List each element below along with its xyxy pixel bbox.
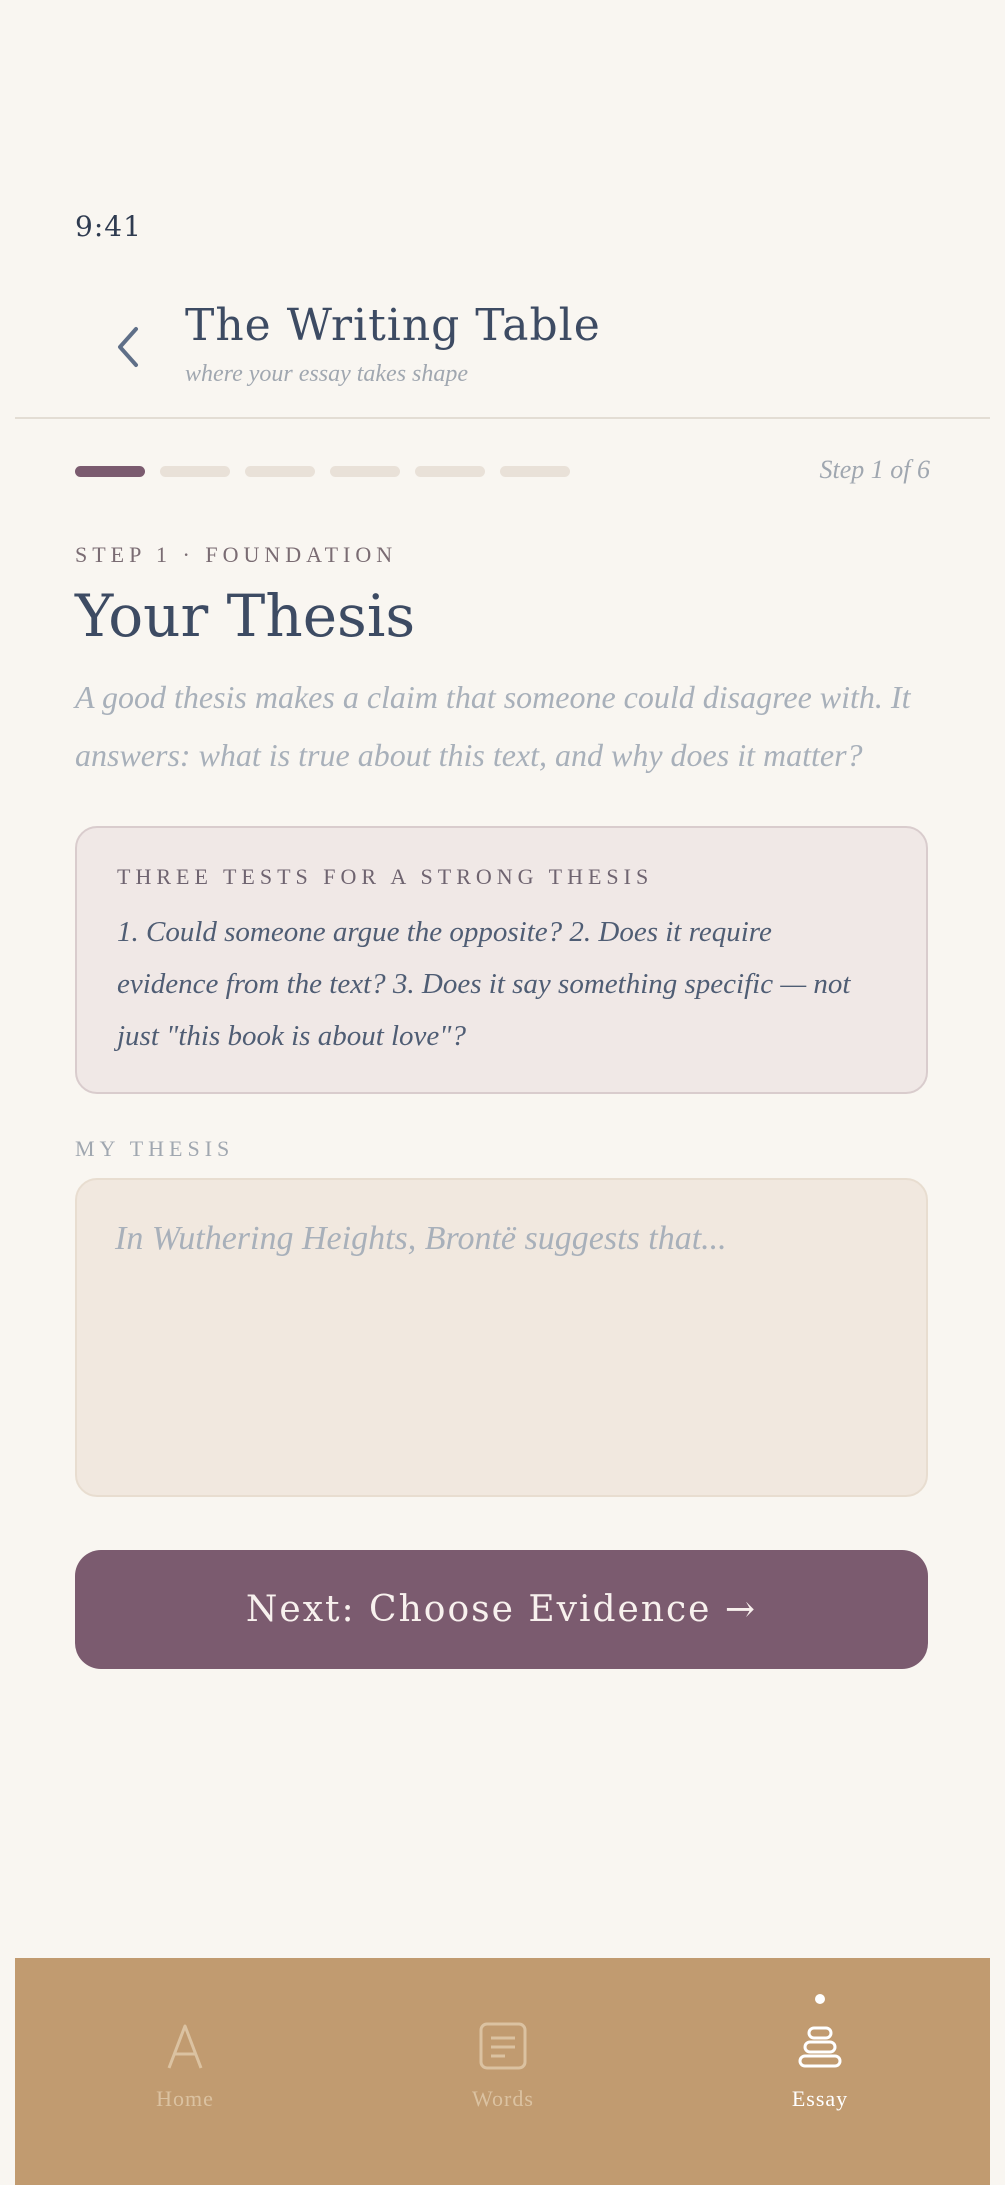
app-title: The Writing Table: [185, 300, 601, 351]
tips-body: 1. Could someone argue the opposite? 2. …: [117, 916, 851, 1052]
progress-segment-3: [245, 466, 315, 477]
document-icon: [479, 2022, 527, 2070]
tab-home[interactable]: Home: [85, 1958, 285, 2185]
status-time: 9:41: [75, 210, 142, 243]
thesis-input[interactable]: [75, 1178, 928, 1497]
back-button[interactable]: [100, 315, 160, 375]
tab-words[interactable]: Words: [403, 1958, 603, 2185]
tab-essay-label: Essay: [791, 2086, 849, 2111]
tips-card: THREE TESTS FOR A STRONG THESIS 1. Could…: [75, 826, 928, 1094]
tab-essay[interactable]: Essay: [720, 1958, 920, 2185]
letter-a-icon: [167, 2024, 203, 2069]
active-tab-indicator: [815, 1994, 825, 2004]
step-progress: [75, 466, 570, 477]
step-eyebrow: STEP 1 · FOUNDATION: [75, 542, 398, 567]
chevron-left-icon: [118, 327, 138, 367]
progress-segment-5: [415, 466, 485, 477]
app-header: The Writing Table where your essay takes…: [15, 285, 990, 419]
tab-words-label: Words: [472, 2086, 534, 2111]
stack-icon: [798, 2026, 842, 2068]
progress-segment-4: [330, 466, 400, 477]
app-subtitle: where your essay takes shape: [185, 361, 469, 387]
tab-bar: Home Words Essay: [15, 1958, 990, 2185]
next-button[interactable]: Next: Choose Evidence →: [75, 1550, 928, 1669]
thesis-field-label: MY THESIS: [75, 1136, 235, 1161]
page-title: Your Thesis: [75, 582, 416, 650]
step-counter: Step 1 of 6: [819, 455, 931, 484]
step-intro: A good thesis makes a claim that someone…: [75, 679, 911, 773]
progress-segment-2: [160, 466, 230, 477]
progress-segment-1: [75, 466, 145, 477]
tab-home-label: Home: [156, 2086, 214, 2111]
progress-segment-6: [500, 466, 570, 477]
tips-heading: THREE TESTS FOR A STRONG THESIS: [117, 864, 654, 889]
